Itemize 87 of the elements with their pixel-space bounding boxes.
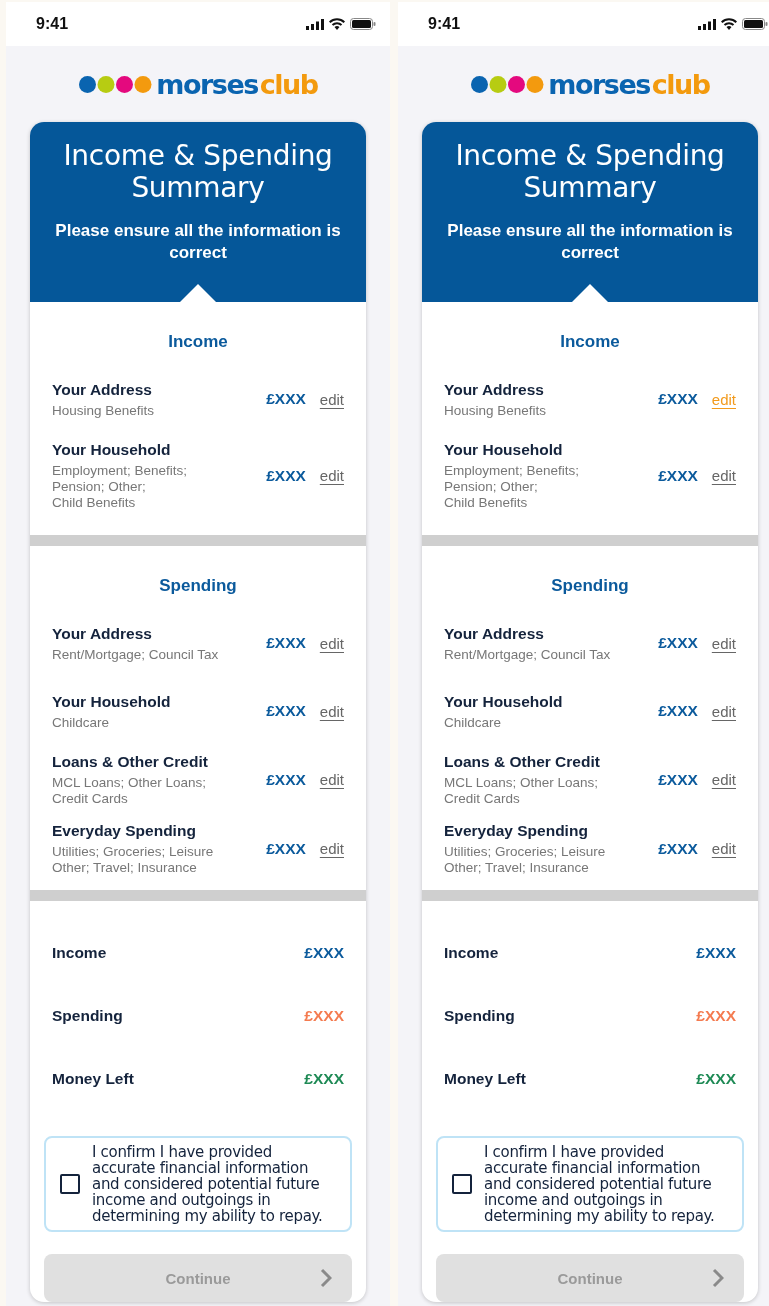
row-label: Your Household xyxy=(52,440,172,459)
row-label: Your Address xyxy=(444,379,545,399)
row-label: Your Address xyxy=(52,379,153,399)
row-amount: £XXX xyxy=(658,839,698,858)
row-label: Everyday Spending xyxy=(444,821,589,840)
checkbox[interactable] xyxy=(452,1174,472,1194)
row-label: Loans & Other Credit xyxy=(52,752,209,771)
row-label: Everyday Spending xyxy=(52,821,197,840)
edit-link[interactable]: edit xyxy=(711,771,736,788)
section-title: Spending xyxy=(550,576,630,596)
status-time: 9:41 xyxy=(36,15,69,33)
logo-text: club xyxy=(651,70,710,98)
total-amount: £XXX xyxy=(696,1006,736,1025)
row-detail: Housing Benefits xyxy=(444,402,548,419)
total-label: Spending xyxy=(52,1006,123,1025)
wifi-icon xyxy=(721,18,737,30)
row-detail: MCL Loans; Other Loans; Credit Cards xyxy=(52,775,208,807)
row-amount: £XXX xyxy=(658,466,698,485)
total-label: Money Left xyxy=(444,1069,526,1088)
row-amount: £XXX xyxy=(658,634,698,652)
row-detail: Childcare xyxy=(444,714,503,731)
edit-link[interactable]: edit xyxy=(319,771,344,788)
row-amount: £XXX xyxy=(266,466,306,485)
battery-icon xyxy=(350,18,376,30)
row-amount: £XXX xyxy=(658,390,698,408)
status-time: 9:41 xyxy=(428,15,461,33)
edit-link[interactable]: edit xyxy=(319,702,344,720)
row-label: Loans & Other Credit xyxy=(444,752,601,771)
battery-icon xyxy=(742,18,768,30)
wifi-icon xyxy=(329,18,345,30)
row-detail: Employment; Benefits; Pension; Other; Child Benefits xyxy=(444,463,581,511)
edit-link[interactable]: edit xyxy=(319,634,344,652)
pointer-notch xyxy=(572,284,608,302)
row-detail: MCL Loans; Other Loans; Credit Cards xyxy=(444,775,600,807)
pointer-notch xyxy=(180,284,216,302)
total-label: Money Left xyxy=(52,1069,134,1088)
total-label: Income xyxy=(52,943,107,962)
logo-text: morses xyxy=(548,70,650,98)
row-detail: Utilities; Groceries; Leisure Other; Travel; Insurance xyxy=(444,844,607,876)
row-amount: £XXX xyxy=(266,634,306,652)
total-amount: £XXX xyxy=(304,1069,344,1088)
total-amount: £XXX xyxy=(304,943,344,962)
row-detail: Housing Benefits xyxy=(52,402,156,419)
row-amount: £XXX xyxy=(658,770,698,789)
confirmation-text: I confirm I have provided accurate financial information and considered potential future income and outgoings in determining my ability to repay. xyxy=(92,1144,324,1224)
section-title: Spending xyxy=(158,576,238,596)
row-amount: £XXX xyxy=(266,839,306,858)
edit-link[interactable]: edit xyxy=(319,467,344,484)
edit-link[interactable]: edit xyxy=(319,390,344,408)
signal-icon xyxy=(698,18,716,30)
total-amount: £XXX xyxy=(696,1069,736,1088)
logo-text: morses xyxy=(156,70,258,98)
total-label: Spending xyxy=(444,1006,515,1025)
row-detail: Employment; Benefits; Pension; Other; Child Benefits xyxy=(52,463,189,511)
row-amount: £XXX xyxy=(266,390,306,408)
signal-icon xyxy=(306,18,324,30)
row-label: Your Household xyxy=(52,691,172,711)
chevron-icon xyxy=(320,1268,332,1288)
header-subtitle: Please ensure all the information is correct xyxy=(446,220,734,264)
total-amount: £XXX xyxy=(696,943,736,962)
row-detail: Childcare xyxy=(52,714,111,731)
edit-link[interactable]: edit xyxy=(711,467,736,484)
page-title: Income & Spending Summary xyxy=(454,140,726,204)
header-subtitle: Please ensure all the information is correct xyxy=(54,220,342,264)
total-amount: £XXX xyxy=(304,1006,344,1025)
edit-link[interactable]: edit xyxy=(711,840,736,857)
edit-link[interactable]: edit xyxy=(711,634,736,652)
page-title: Income & Spending Summary xyxy=(62,140,334,204)
row-amount: £XXX xyxy=(266,702,306,720)
row-label: Your Household xyxy=(444,440,564,459)
row-amount: £XXX xyxy=(266,770,306,789)
checkbox[interactable] xyxy=(60,1174,80,1194)
confirmation-text: I confirm I have provided accurate financial information and considered potential future income and outgoings in determining my ability to repay. xyxy=(484,1144,716,1224)
row-detail: Rent/Mortgage; Council Tax xyxy=(52,646,220,663)
row-label: Your Address xyxy=(52,623,153,643)
row-detail: Rent/Mortgage; Council Tax xyxy=(444,646,612,663)
row-label: Your Address xyxy=(444,623,545,643)
row-amount: £XXX xyxy=(658,702,698,720)
row-label: Your Household xyxy=(444,691,564,711)
edit-link[interactable]: edit xyxy=(319,840,344,857)
row-detail: Utilities; Groceries; Leisure Other; Travel; Insurance xyxy=(52,844,215,876)
section-title: Income xyxy=(167,332,229,352)
section-title: Income xyxy=(559,332,621,352)
logo-text: club xyxy=(259,70,318,98)
chevron-icon xyxy=(712,1268,724,1288)
total-label: Income xyxy=(444,943,499,962)
edit-link[interactable]: edit xyxy=(711,702,736,720)
